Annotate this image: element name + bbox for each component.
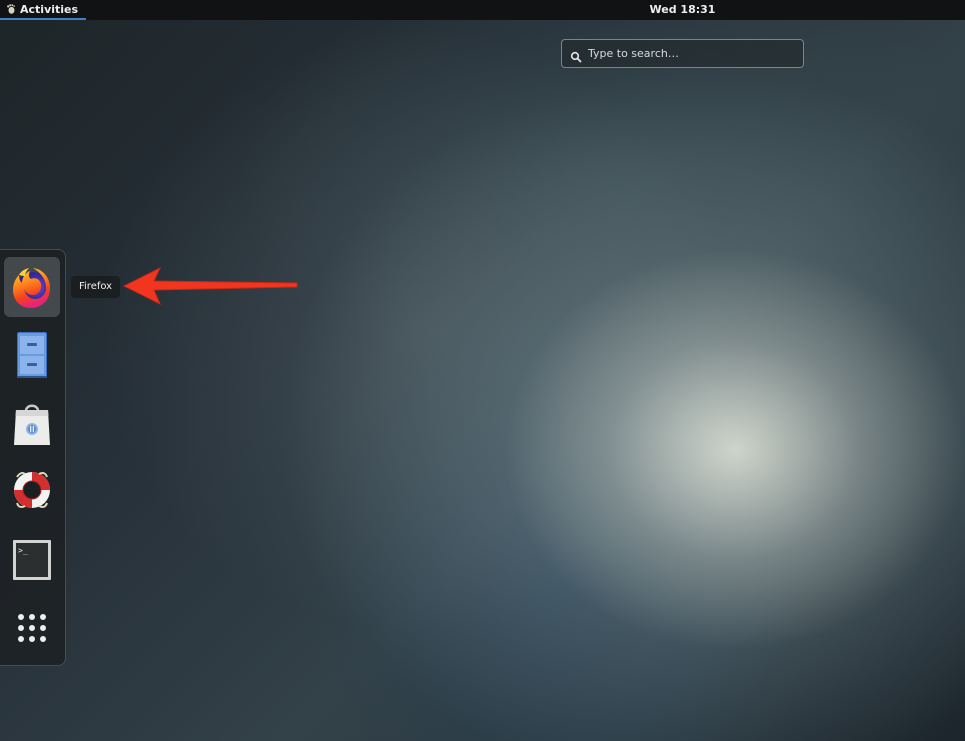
- terminal-icon: >_: [11, 538, 53, 582]
- dash-item-help[interactable]: [4, 460, 60, 520]
- search-icon: [570, 48, 582, 62]
- gnome-foot-icon: [6, 4, 16, 14]
- dash-item-software[interactable]: [4, 393, 60, 453]
- search-box[interactable]: [561, 39, 804, 68]
- clock-container: Wed 18:31: [0, 0, 965, 20]
- lifebuoy-icon: [9, 467, 55, 513]
- search-input[interactable]: [588, 47, 788, 60]
- top-bar: Activities Wed 18:31: [0, 0, 965, 20]
- svg-text:>_: >_: [18, 546, 28, 555]
- activities-button[interactable]: Activities: [0, 0, 87, 20]
- firefox-icon: [9, 263, 55, 311]
- annotation-arrow: [122, 266, 298, 306]
- desktop-background: Activities Wed 18:31 Type to search… >_ …: [0, 0, 965, 741]
- dash-item-files[interactable]: [4, 325, 60, 385]
- dash-item-firefox[interactable]: [4, 257, 60, 317]
- shopping-bag-icon: [12, 399, 52, 447]
- dash-item-terminal[interactable]: >_: [4, 530, 60, 590]
- app-grid-icon: [16, 612, 48, 644]
- activities-label: Activities: [20, 2, 79, 16]
- show-applications-button[interactable]: [4, 598, 60, 658]
- clock[interactable]: Wed 18:31: [650, 3, 716, 16]
- file-cabinet-icon: [14, 330, 50, 380]
- firefox-tooltip: Firefox: [71, 276, 121, 298]
- dash: >_: [0, 249, 66, 666]
